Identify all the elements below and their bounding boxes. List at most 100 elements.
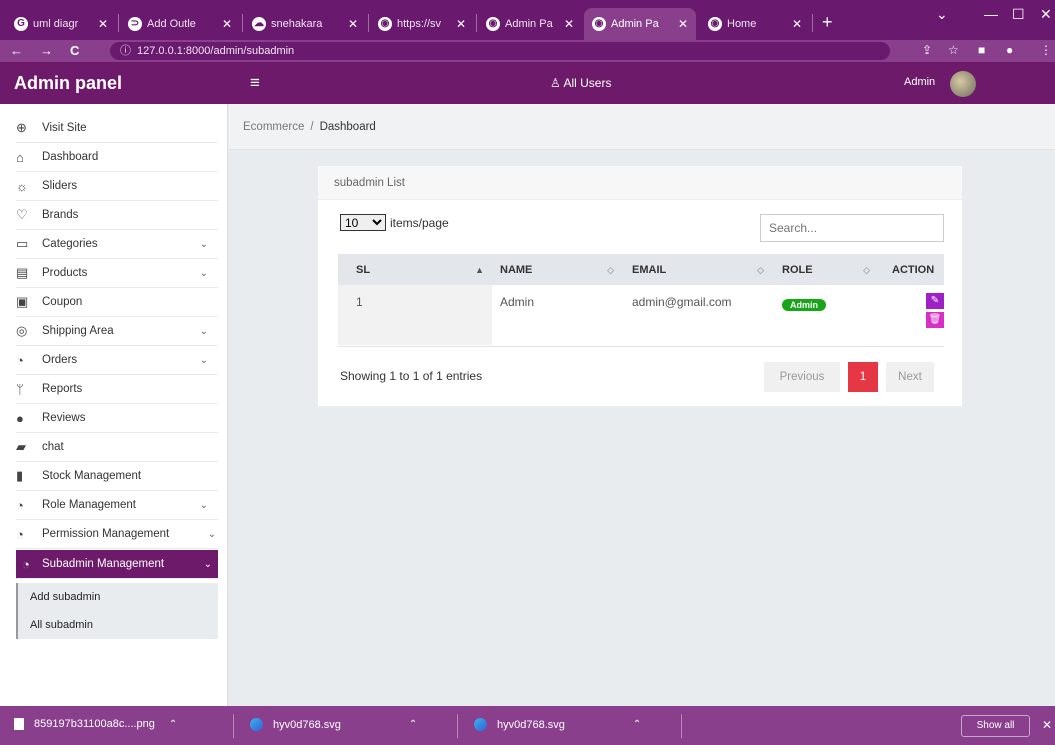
column-header-sl[interactable]: SL ▲ bbox=[338, 254, 492, 285]
calendar-icon: ▣ bbox=[16, 294, 29, 309]
pie-icon: ◔ bbox=[22, 556, 30, 572]
show-all-button[interactable]: Show all bbox=[961, 715, 1030, 737]
download-item[interactable]: 859197b31100a8c....png ⌃ bbox=[14, 718, 177, 730]
profile-icon[interactable]: ● bbox=[1006, 43, 1013, 57]
chevron-down-icon: ⌄ bbox=[199, 354, 208, 366]
sidebar-item-stock-management[interactable]: ▮ Stock Management bbox=[16, 462, 218, 491]
close-icon[interactable]: ✕ bbox=[792, 17, 802, 31]
download-item[interactable]: hyv0d768.svg ⌃ bbox=[250, 718, 417, 731]
close-icon[interactable]: ✕ bbox=[222, 17, 232, 31]
subadmin-list-card: subadmin List 10 items/page SL▲ NAME◇ EM… bbox=[318, 166, 962, 406]
chevron-down-icon: ⌄ bbox=[199, 267, 208, 279]
sidebar-item-subadmin-management[interactable]: ◔ Subadmin Management ⌄ bbox=[16, 550, 218, 579]
chevron-down-icon: ⌄ bbox=[199, 238, 208, 250]
chevron-down-icon: ⌄ bbox=[203, 558, 212, 570]
next-page-button[interactable]: Next bbox=[886, 362, 934, 392]
sidebar-item-products[interactable]: ▤ Products ⌄ bbox=[16, 259, 218, 288]
browser-tab-active[interactable]: ◉ Admin Pa ✕ bbox=[584, 8, 696, 40]
close-icon[interactable]: ✕ bbox=[456, 17, 466, 31]
download-item[interactable]: hyv0d768.svg ⌃ bbox=[474, 718, 641, 731]
sidebar-item-dashboard[interactable]: ⌂ Dashboard bbox=[16, 143, 218, 172]
maximize-icon[interactable]: ☐ bbox=[1012, 6, 1025, 23]
sidepanel-icon[interactable]: ■ bbox=[978, 43, 985, 57]
search-input[interactable] bbox=[760, 214, 944, 242]
sidebar-item-shipping-area[interactable]: ◎ Shipping Area ⌄ bbox=[16, 317, 218, 346]
sidebar-item-sliders[interactable]: ☼ Sliders bbox=[16, 172, 218, 201]
admin-user-name[interactable]: Admin bbox=[904, 76, 935, 88]
close-icon[interactable]: ✕ bbox=[564, 17, 574, 31]
breadcrumb-current: Dashboard bbox=[319, 121, 376, 133]
chevron-up-icon[interactable]: ⌃ bbox=[409, 719, 417, 730]
url-field[interactable]: ⓘ 127.0.0.1:8000/admin/subadmin bbox=[110, 42, 890, 60]
chevron-up-icon[interactable]: ⌃ bbox=[633, 719, 641, 730]
new-tab-icon[interactable]: + bbox=[822, 12, 833, 33]
sidebar-item-coupon[interactable]: ▣ Coupon bbox=[16, 288, 218, 317]
card-title: subadmin List bbox=[334, 177, 405, 189]
location-icon: ◎ bbox=[16, 323, 28, 338]
column-header-name[interactable]: NAME ◇ bbox=[492, 254, 622, 285]
minimize-icon[interactable]: — bbox=[984, 6, 998, 22]
sidebar-item-role-management[interactable]: ◔ Role Management ⌄ bbox=[16, 491, 218, 520]
close-icon[interactable]: ✕ bbox=[348, 17, 358, 31]
previous-page-button[interactable]: Previous bbox=[764, 362, 840, 392]
browser-tab[interactable]: ◉ https://sv ✕ bbox=[370, 8, 474, 40]
forward-icon[interactable]: → bbox=[40, 43, 53, 58]
browser-tab[interactable]: ◉ Home ✕ bbox=[700, 8, 810, 40]
cell-sl: 1 bbox=[338, 285, 492, 345]
column-header-action[interactable]: ACTION bbox=[878, 254, 944, 285]
column-header-email[interactable]: EMAIL ◇ bbox=[622, 254, 772, 285]
sidebar-item-visit-site[interactable]: ⊕ Visit Site bbox=[16, 114, 218, 143]
sidebar-item-chat[interactable]: ▰ chat bbox=[16, 433, 218, 462]
window-close-icon[interactable]: ✕ bbox=[1040, 6, 1052, 23]
hamburger-menu-icon[interactable]: ≡ bbox=[250, 73, 260, 93]
back-icon[interactable]: ← bbox=[10, 43, 23, 58]
browser-tab[interactable]: Guml diagr ✕ bbox=[6, 8, 116, 40]
globe-icon: ⊕ bbox=[16, 120, 27, 135]
per-page-select[interactable]: 10 bbox=[340, 214, 386, 231]
browser-tab[interactable]: ☁ snehakara ✕ bbox=[244, 8, 366, 40]
cell-name: Admin bbox=[500, 295, 535, 309]
delete-button[interactable]: 🗑 bbox=[926, 312, 944, 328]
tab-favicon-icon: ⊃ bbox=[128, 17, 142, 31]
browser-tab[interactable]: ◉ Admin Pa ✕ bbox=[478, 8, 582, 40]
sidebar-item-orders[interactable]: ◔ Orders ⌄ bbox=[16, 346, 218, 375]
bookmark-icon: ▮ bbox=[16, 468, 24, 483]
submenu-all-subadmin[interactable]: All subadmin bbox=[16, 611, 218, 639]
close-icon[interactable]: ✕ bbox=[98, 17, 108, 31]
globe-favicon-icon: ◉ bbox=[486, 17, 500, 31]
column-header-role[interactable]: ROLE ◇ bbox=[772, 254, 878, 285]
edit-button[interactable]: ✎ bbox=[926, 293, 944, 309]
sidebar-item-permission-management[interactable]: ◔ Permission Management ⌄ bbox=[16, 520, 218, 549]
close-icon[interactable]: ✕ bbox=[678, 17, 688, 31]
page-1-button[interactable]: 1 bbox=[848, 362, 878, 392]
sort-icon: ◇ bbox=[757, 265, 764, 275]
trash-icon: 🗑 bbox=[928, 314, 942, 325]
chevron-up-icon[interactable]: ⌃ bbox=[169, 719, 177, 730]
sidebar-item-categories[interactable]: ▭ Categories ⌄ bbox=[16, 230, 218, 259]
sidebar: ⊕ Visit Site ⌂ Dashboard ☼ Sliders ♡ Brands … bbox=[0, 104, 228, 706]
all-users-link[interactable]: ♙ All Users bbox=[550, 76, 611, 90]
user-icon: ♙ bbox=[550, 76, 561, 90]
tab-search-icon[interactable]: ⌄ bbox=[936, 6, 948, 23]
reload-icon[interactable]: C bbox=[70, 43, 79, 58]
menu-dots-icon[interactable]: ⋮ bbox=[1040, 43, 1052, 57]
globe-favicon-icon: ◉ bbox=[378, 17, 392, 31]
sidebar-item-brands[interactable]: ♡ Brands bbox=[16, 201, 218, 230]
bookmark-star-icon[interactable]: ☆ bbox=[948, 43, 959, 57]
sort-asc-icon: ▲ bbox=[475, 265, 484, 275]
entries-info: Showing 1 to 1 of 1 entries bbox=[340, 369, 483, 383]
pagination: Previous 1 Next bbox=[764, 362, 934, 392]
breadcrumb-parent[interactable]: Ecommerce bbox=[243, 121, 304, 133]
cloud-icon: ☁ bbox=[252, 17, 266, 31]
card-header: subadmin List bbox=[318, 166, 962, 200]
submenu-add-subadmin[interactable]: Add subadmin bbox=[16, 583, 218, 611]
avatar[interactable] bbox=[950, 71, 976, 97]
downloads-bar: 859197b31100a8c....png ⌃ hyv0d768.svg ⌃ hy… bbox=[0, 706, 1055, 745]
browser-tab[interactable]: ⊃ Add Outle ✕ bbox=[120, 8, 240, 40]
sidebar-item-reviews[interactable]: ● Reviews bbox=[16, 404, 218, 433]
close-icon[interactable]: ✕ bbox=[1042, 718, 1052, 732]
share-icon[interactable]: ⇪ bbox=[922, 43, 932, 57]
sidebar-item-reports[interactable]: ᛘ Reports bbox=[16, 375, 218, 404]
brand-title[interactable]: Admin panel bbox=[14, 62, 122, 104]
info-icon: ⓘ bbox=[120, 45, 131, 57]
